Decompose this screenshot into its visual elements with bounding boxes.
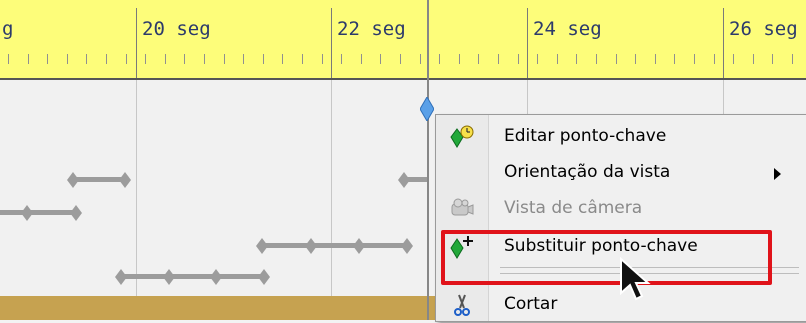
ruler-minor-tick	[47, 54, 48, 64]
ruler-minor-tick	[263, 54, 264, 64]
ruler-minor-tick	[576, 54, 577, 64]
ruler-label-22s: 22 seg	[337, 18, 406, 40]
keyframe-diamond[interactable]	[70, 205, 82, 221]
ruler-major-tick	[527, 8, 528, 78]
ruler-minor-tick	[557, 54, 558, 64]
ruler-minor-tick	[243, 54, 244, 64]
ruler-minor-tick	[694, 54, 695, 64]
ruler-minor-tick	[341, 54, 342, 64]
ruler-label-20s: 20 seg	[142, 18, 211, 40]
keyframe-diamond[interactable]	[21, 205, 33, 221]
keyframe-diamond[interactable]	[258, 269, 270, 285]
menu-item-label: Orientação da vista	[504, 162, 671, 182]
keyframe-diamond[interactable]	[119, 172, 131, 188]
ruler-minor-tick	[772, 54, 773, 64]
ruler-minor-tick	[518, 54, 519, 64]
ruler-major-tick	[136, 8, 137, 78]
keyframe-diamond[interactable]	[353, 238, 365, 254]
grid-line	[331, 80, 332, 320]
ruler-minor-tick	[792, 54, 793, 64]
timeline-ruler[interactable]: g 20 seg 22 seg 24 seg 26 seg	[0, 0, 806, 80]
ruler-label-partial: g	[2, 18, 14, 40]
menu-item-label: Editar ponto-chave	[504, 126, 667, 146]
grid-line	[136, 80, 137, 320]
keyframe-diamond[interactable]	[305, 238, 317, 254]
ruler-minor-tick	[106, 54, 107, 64]
keyframe-diamond[interactable]	[401, 238, 413, 254]
ruler-minor-tick	[322, 54, 323, 64]
ruler-minor-tick	[674, 54, 675, 64]
keyframe-diamond[interactable]	[115, 269, 127, 285]
scissors-icon	[454, 294, 470, 316]
ruler-minor-tick	[714, 54, 715, 64]
ruler-minor-tick	[361, 54, 362, 64]
menu-item-label: Vista de câmera	[504, 198, 643, 218]
menu-item-camera-view[interactable]: Vista de câmera	[436, 191, 806, 227]
keyframe-diamond[interactable]	[398, 172, 410, 188]
ruler-minor-tick	[184, 54, 185, 64]
ruler-minor-tick	[224, 54, 225, 64]
ruler-minor-tick	[145, 54, 146, 64]
ruler-major-tick	[331, 8, 332, 78]
ruler-minor-tick	[86, 54, 87, 64]
keyframe-segment	[75, 177, 125, 182]
mouse-pointer-icon	[620, 257, 651, 301]
keyframe-segment	[264, 243, 407, 248]
ruler-minor-tick	[302, 54, 303, 64]
menu-item-edit-keyframe[interactable]: Editar ponto-chave	[436, 119, 806, 155]
highlight-annotation-box	[441, 230, 772, 285]
ruler-minor-tick	[400, 54, 401, 64]
ruler-minor-tick	[28, 54, 29, 64]
ruler-minor-tick	[8, 54, 9, 64]
ruler-minor-tick	[753, 54, 754, 64]
ruler-label-24s: 24 seg	[533, 18, 602, 40]
keyframe-segment	[122, 274, 264, 279]
ruler-minor-tick	[478, 54, 479, 64]
camera-icon	[451, 198, 474, 216]
playhead-line[interactable]	[427, 0, 429, 320]
keyframe-edit-icon	[450, 125, 474, 148]
ruler-minor-tick	[537, 54, 538, 64]
ruler-minor-tick	[439, 54, 440, 64]
keyframe-segment	[0, 210, 78, 215]
ruler-minor-tick	[596, 54, 597, 64]
ruler-major-tick	[723, 8, 724, 78]
ruler-minor-tick	[67, 54, 68, 64]
menu-item-label: Cortar	[504, 294, 558, 314]
keyframe-diamond[interactable]	[210, 269, 222, 285]
keyframe-diamond[interactable]	[67, 172, 79, 188]
ruler-minor-tick	[635, 54, 636, 64]
ruler-minor-tick	[420, 54, 421, 64]
keyframe-diamond[interactable]	[256, 238, 268, 254]
submenu-arrow-icon	[774, 168, 781, 180]
ruler-minor-tick	[165, 54, 166, 64]
ruler-minor-tick	[380, 54, 381, 64]
keyframe-diamond[interactable]	[163, 269, 175, 285]
ruler-minor-tick	[498, 54, 499, 64]
ruler-minor-tick	[126, 54, 127, 64]
ruler-label-26s: 26 seg	[729, 18, 798, 40]
ruler-minor-tick	[733, 54, 734, 64]
selected-keyframe-icon[interactable]	[420, 97, 434, 121]
ruler-minor-tick	[616, 54, 617, 64]
ruler-minor-tick	[282, 54, 283, 64]
ruler-minor-tick	[204, 54, 205, 64]
ruler-minor-tick	[655, 54, 656, 64]
ruler-minor-tick	[459, 54, 460, 64]
menu-item-view-orientation[interactable]: Orientação da vista	[436, 155, 806, 191]
